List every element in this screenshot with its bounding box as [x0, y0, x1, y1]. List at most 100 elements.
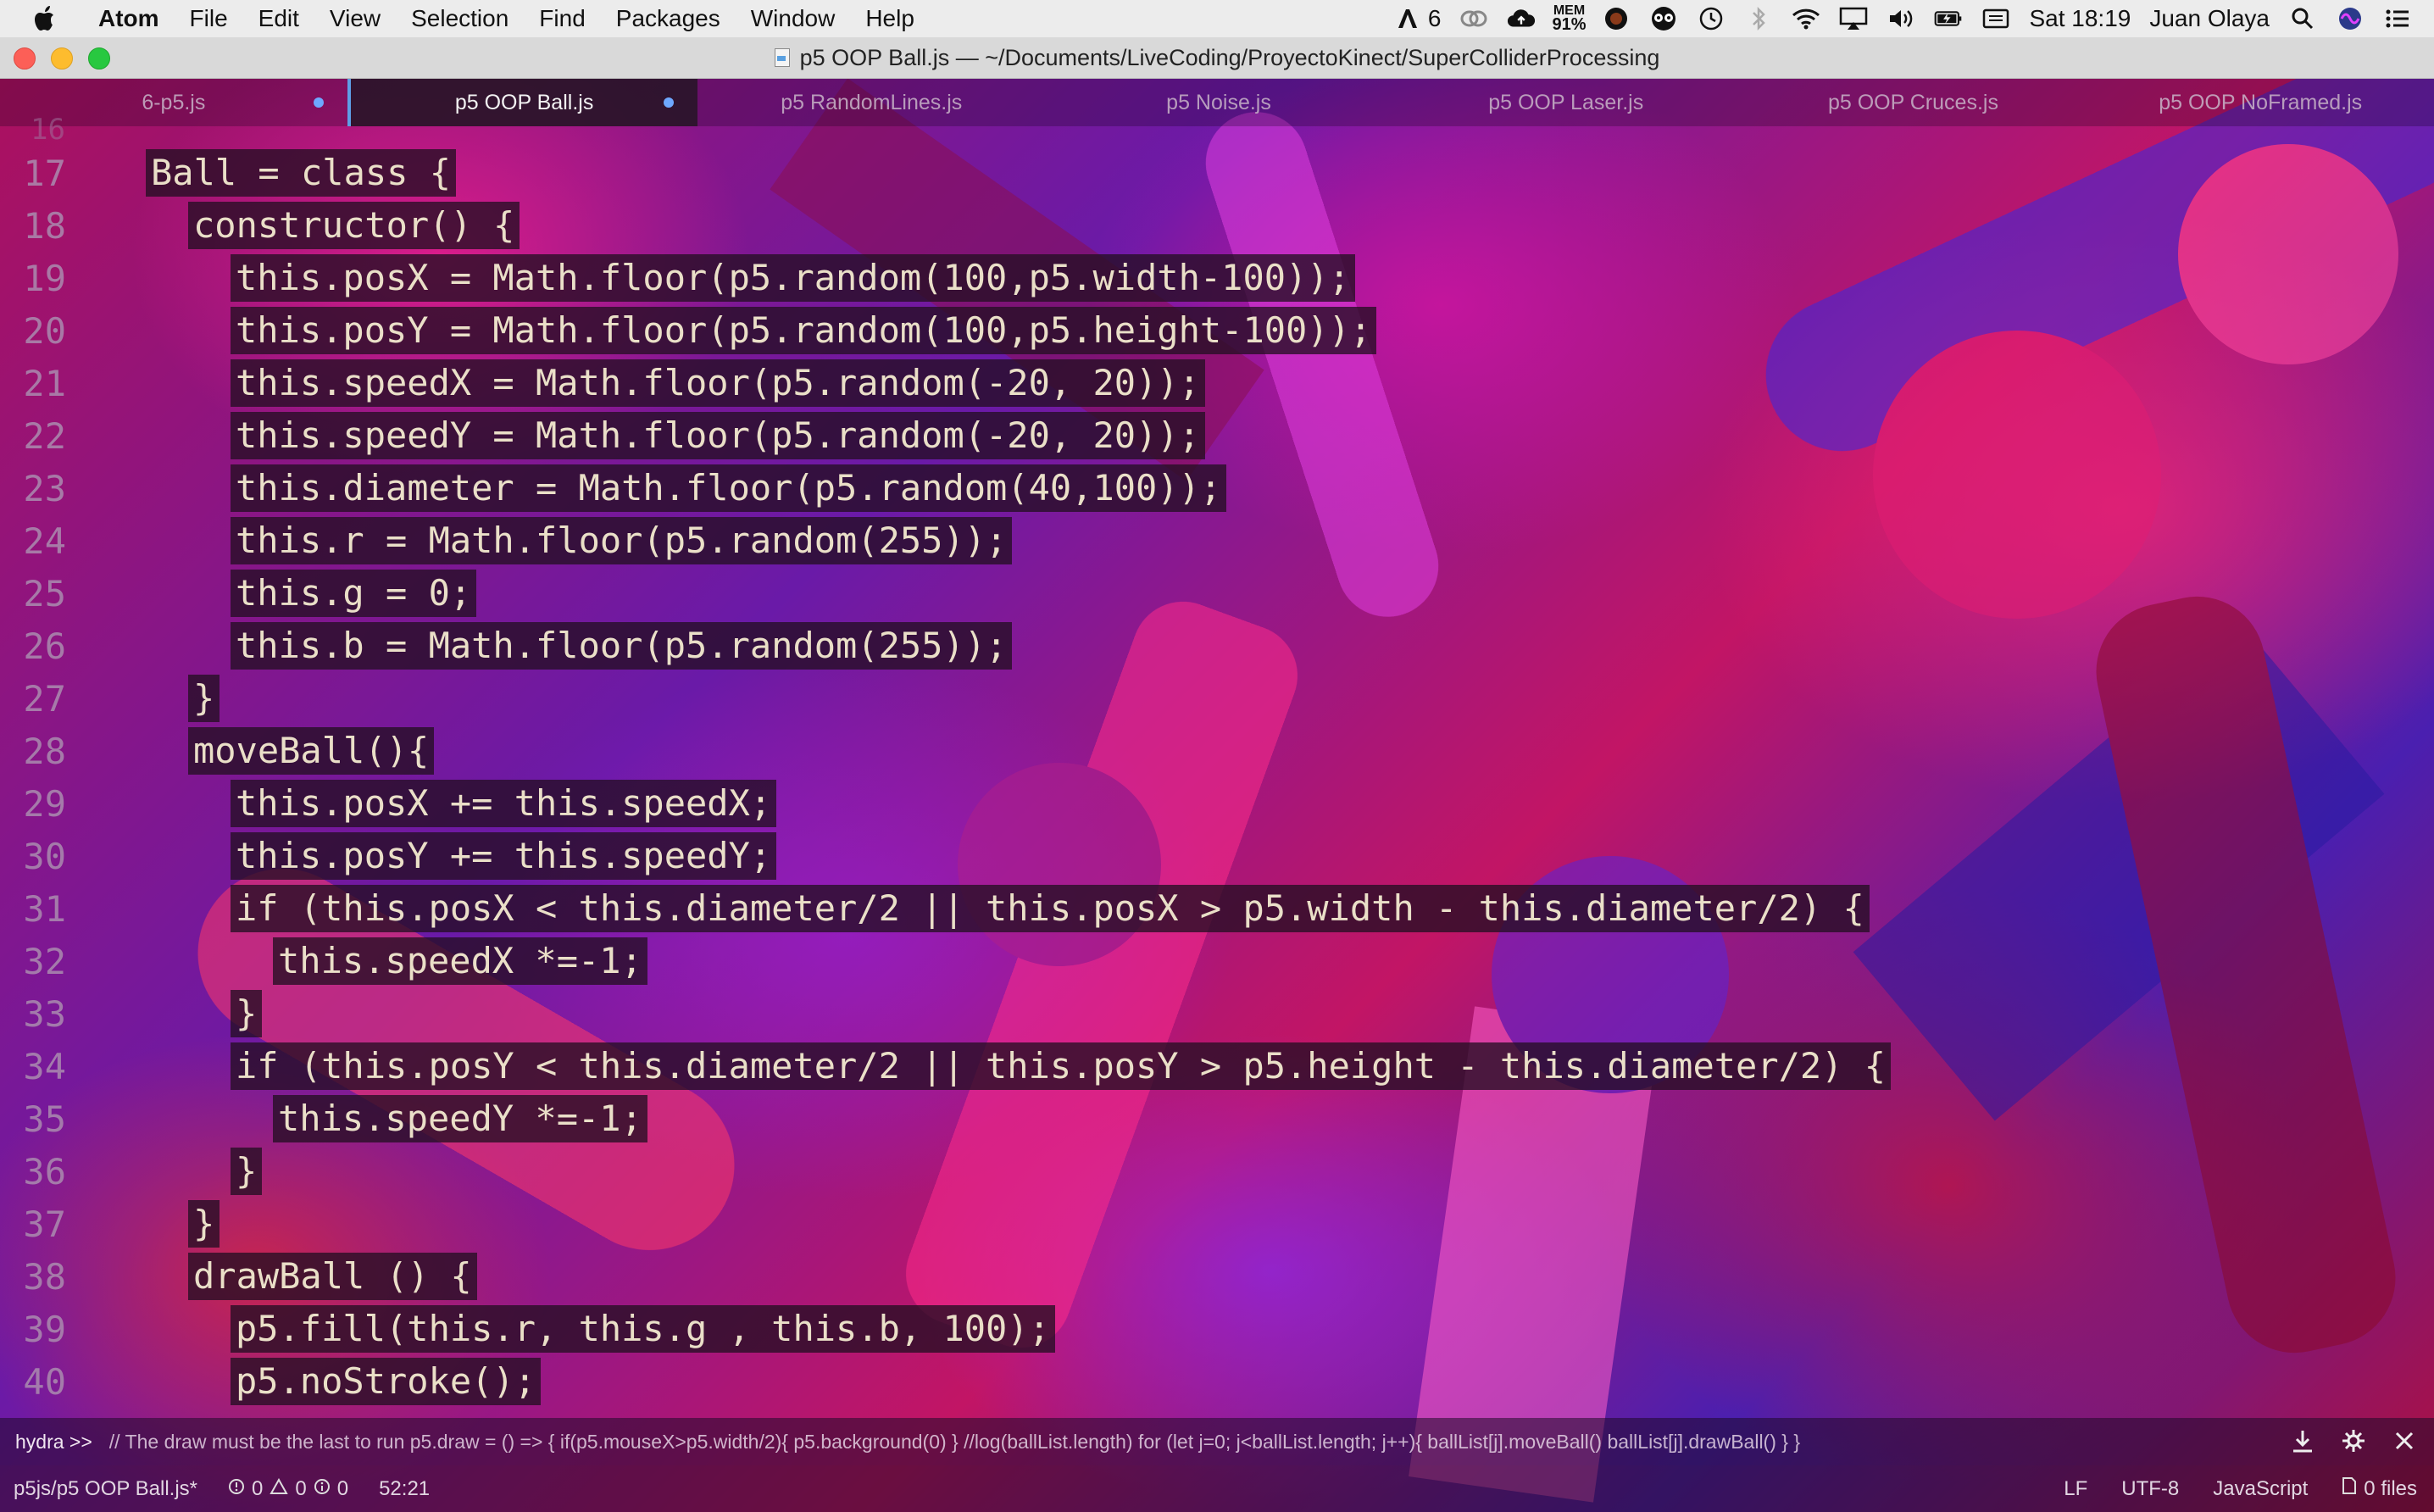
line-number[interactable]: 22: [0, 415, 66, 457]
line-number[interactable]: 30: [0, 836, 66, 877]
code-line[interactable]: 32 this.speedX *=-1;: [0, 935, 2434, 987]
code-line[interactable]: 40 p5.noStroke();: [0, 1355, 2434, 1408]
line-number[interactable]: 21: [0, 363, 66, 404]
menu-file[interactable]: File: [175, 5, 243, 32]
line-number[interactable]: 39: [0, 1309, 66, 1350]
tab-p5-oop-ball[interactable]: p5 OOP Ball.js: [347, 79, 698, 126]
code-text[interactable]: this.r = Math.floor(p5.random(255));: [231, 517, 1013, 564]
line-number[interactable]: 32: [0, 941, 66, 982]
code-line[interactable]: 23 this.diameter = Math.floor(p5.random(4…: [0, 462, 2434, 514]
notification-center-icon[interactable]: [2383, 4, 2412, 33]
download-icon[interactable]: [2288, 1426, 2317, 1455]
encoding[interactable]: UTF-8: [2121, 1477, 2179, 1501]
apple-icon[interactable]: [29, 2, 63, 36]
code-line[interactable]: 37}: [0, 1198, 2434, 1250]
git-status[interactable]: 0 files: [2342, 1476, 2417, 1501]
line-number[interactable]: 36: [0, 1151, 66, 1192]
code-text[interactable]: moveBall(){: [188, 727, 435, 775]
settings-icon[interactable]: [2339, 1426, 2368, 1455]
code-line[interactable]: 18 constructor() {: [0, 199, 2434, 252]
time-machine-icon[interactable]: [1697, 4, 1725, 33]
line-number[interactable]: 37: [0, 1203, 66, 1245]
code-text[interactable]: p5.fill(this.r, this.g , this.b, 100);: [231, 1305, 1055, 1353]
code-text[interactable]: this.speedX = Math.floor(p5.random(-20, …: [231, 359, 1205, 407]
code-line[interactable]: 24 this.r = Math.floor(p5.random(255));: [0, 514, 2434, 567]
menu-view[interactable]: View: [314, 5, 396, 32]
code-text[interactable]: this.b = Math.floor(p5.random(255));: [231, 622, 1013, 670]
line-number[interactable]: 24: [0, 520, 66, 562]
line-number[interactable]: 29: [0, 783, 66, 825]
close-window-button[interactable]: [14, 47, 36, 69]
adobe-status[interactable]: 6: [1394, 4, 1441, 33]
tab-p5-noise[interactable]: p5 Noise.js: [1045, 79, 1392, 126]
owl-icon[interactable]: [1649, 4, 1678, 33]
line-number[interactable]: 26: [0, 625, 66, 667]
line-number[interactable]: 18: [0, 205, 66, 247]
line-number[interactable]: 23: [0, 468, 66, 509]
code-editor[interactable]: 16 17 Ball = class {18 constructor() {19 th…: [0, 113, 2434, 1418]
menu-packages[interactable]: Packages: [601, 5, 736, 32]
memory-monitor[interactable]: MEM 91%: [1552, 4, 1586, 34]
tab-p5-oop-cruces[interactable]: p5 OOP Cruces.js: [1740, 79, 2087, 126]
minimize-window-button[interactable]: [51, 47, 73, 69]
code-line[interactable]: 39 p5.fill(this.r, this.g , this.b, 100);: [0, 1303, 2434, 1355]
line-number[interactable]: 19: [0, 258, 66, 299]
code-line[interactable]: 30 this.posY += this.speedY;: [0, 830, 2434, 882]
code-text[interactable]: constructor() {: [188, 202, 520, 249]
creative-cloud-icon[interactable]: [1459, 4, 1488, 33]
menu-window[interactable]: Window: [736, 5, 851, 32]
code-text[interactable]: this.speedY *=-1;: [273, 1095, 647, 1142]
code-line[interactable]: 31 if (this.posX < this.diameter/2 || thi…: [0, 882, 2434, 935]
line-number[interactable]: 25: [0, 573, 66, 614]
cursor-position[interactable]: 52:21: [379, 1477, 430, 1501]
code-text[interactable]: if (this.posX < this.diameter/2 || this.…: [231, 885, 1870, 932]
record-icon[interactable]: [1602, 4, 1631, 33]
code-line[interactable]: 20 this.posY = Math.floor(p5.random(100,p…: [0, 304, 2434, 357]
line-number[interactable]: 35: [0, 1098, 66, 1140]
code-line[interactable]: 33}: [0, 987, 2434, 1040]
code-line[interactable]: 34 if (this.posY < this.diameter/2 || thi…: [0, 1040, 2434, 1092]
tab-p5-oop-laser[interactable]: p5 OOP Laser.js: [1392, 79, 1740, 126]
tab-p5-oop-noframed[interactable]: p5 OOP NoFramed.js: [2087, 79, 2434, 126]
line-number[interactable]: 17: [0, 153, 66, 194]
code-text[interactable]: p5.noStroke();: [231, 1358, 542, 1405]
code-text[interactable]: }: [188, 675, 220, 722]
code-line[interactable]: 35 this.speedY *=-1;: [0, 1092, 2434, 1145]
menu-app-atom[interactable]: Atom: [83, 5, 175, 32]
menu-find[interactable]: Find: [524, 5, 600, 32]
file-path[interactable]: p5js/p5 OOP Ball.js*: [14, 1477, 197, 1501]
battery-icon[interactable]: [1934, 4, 1963, 33]
line-number[interactable]: 20: [0, 310, 66, 352]
code-line[interactable]: 27}: [0, 672, 2434, 725]
menu-edit[interactable]: Edit: [243, 5, 314, 32]
code-line[interactable]: 17 Ball = class {: [0, 147, 2434, 199]
code-text[interactable]: this.posX = Math.floor(p5.random(100,p5.…: [231, 254, 1355, 302]
code-text[interactable]: drawBall () {: [188, 1253, 477, 1300]
code-text[interactable]: if (this.posY < this.diameter/2 || this.…: [231, 1042, 1892, 1090]
code-line[interactable]: 25 this.g = 0;: [0, 567, 2434, 620]
zoom-window-button[interactable]: [88, 47, 110, 69]
code-line[interactable]: 28 moveBall(){: [0, 725, 2434, 777]
bluetooth-icon[interactable]: [1744, 4, 1773, 33]
close-icon[interactable]: [2390, 1426, 2419, 1455]
code-text[interactable]: }: [231, 990, 263, 1037]
line-number[interactable]: 27: [0, 678, 66, 720]
spotlight-search-icon[interactable]: [2288, 4, 2317, 33]
menu-help[interactable]: Help: [850, 5, 930, 32]
tab-p5-randomlines[interactable]: p5 RandomLines.js: [697, 79, 1045, 126]
line-number[interactable]: 40: [0, 1361, 66, 1403]
code-text[interactable]: this.diameter = Math.floor(p5.random(40,…: [231, 464, 1227, 512]
code-text[interactable]: this.posY = Math.floor(p5.random(100,p5.…: [231, 307, 1377, 354]
code-line[interactable]: 29 this.posX += this.speedX;: [0, 777, 2434, 830]
code-text[interactable]: Ball = class {: [146, 149, 457, 197]
code-text[interactable]: this.posX += this.speedX;: [231, 780, 777, 827]
code-text[interactable]: this.g = 0;: [231, 570, 477, 617]
airplay-icon[interactable]: [1839, 4, 1868, 33]
code-line[interactable]: 19 this.posX = Math.floor(p5.random(100,p…: [0, 252, 2434, 304]
code-text[interactable]: }: [188, 1200, 220, 1248]
volume-icon[interactable]: [1887, 4, 1915, 33]
code-text[interactable]: }: [231, 1148, 263, 1195]
code-text[interactable]: this.posY += this.speedY;: [231, 832, 777, 880]
line-ending[interactable]: LF: [2064, 1477, 2087, 1501]
wifi-icon[interactable]: [1792, 4, 1820, 33]
